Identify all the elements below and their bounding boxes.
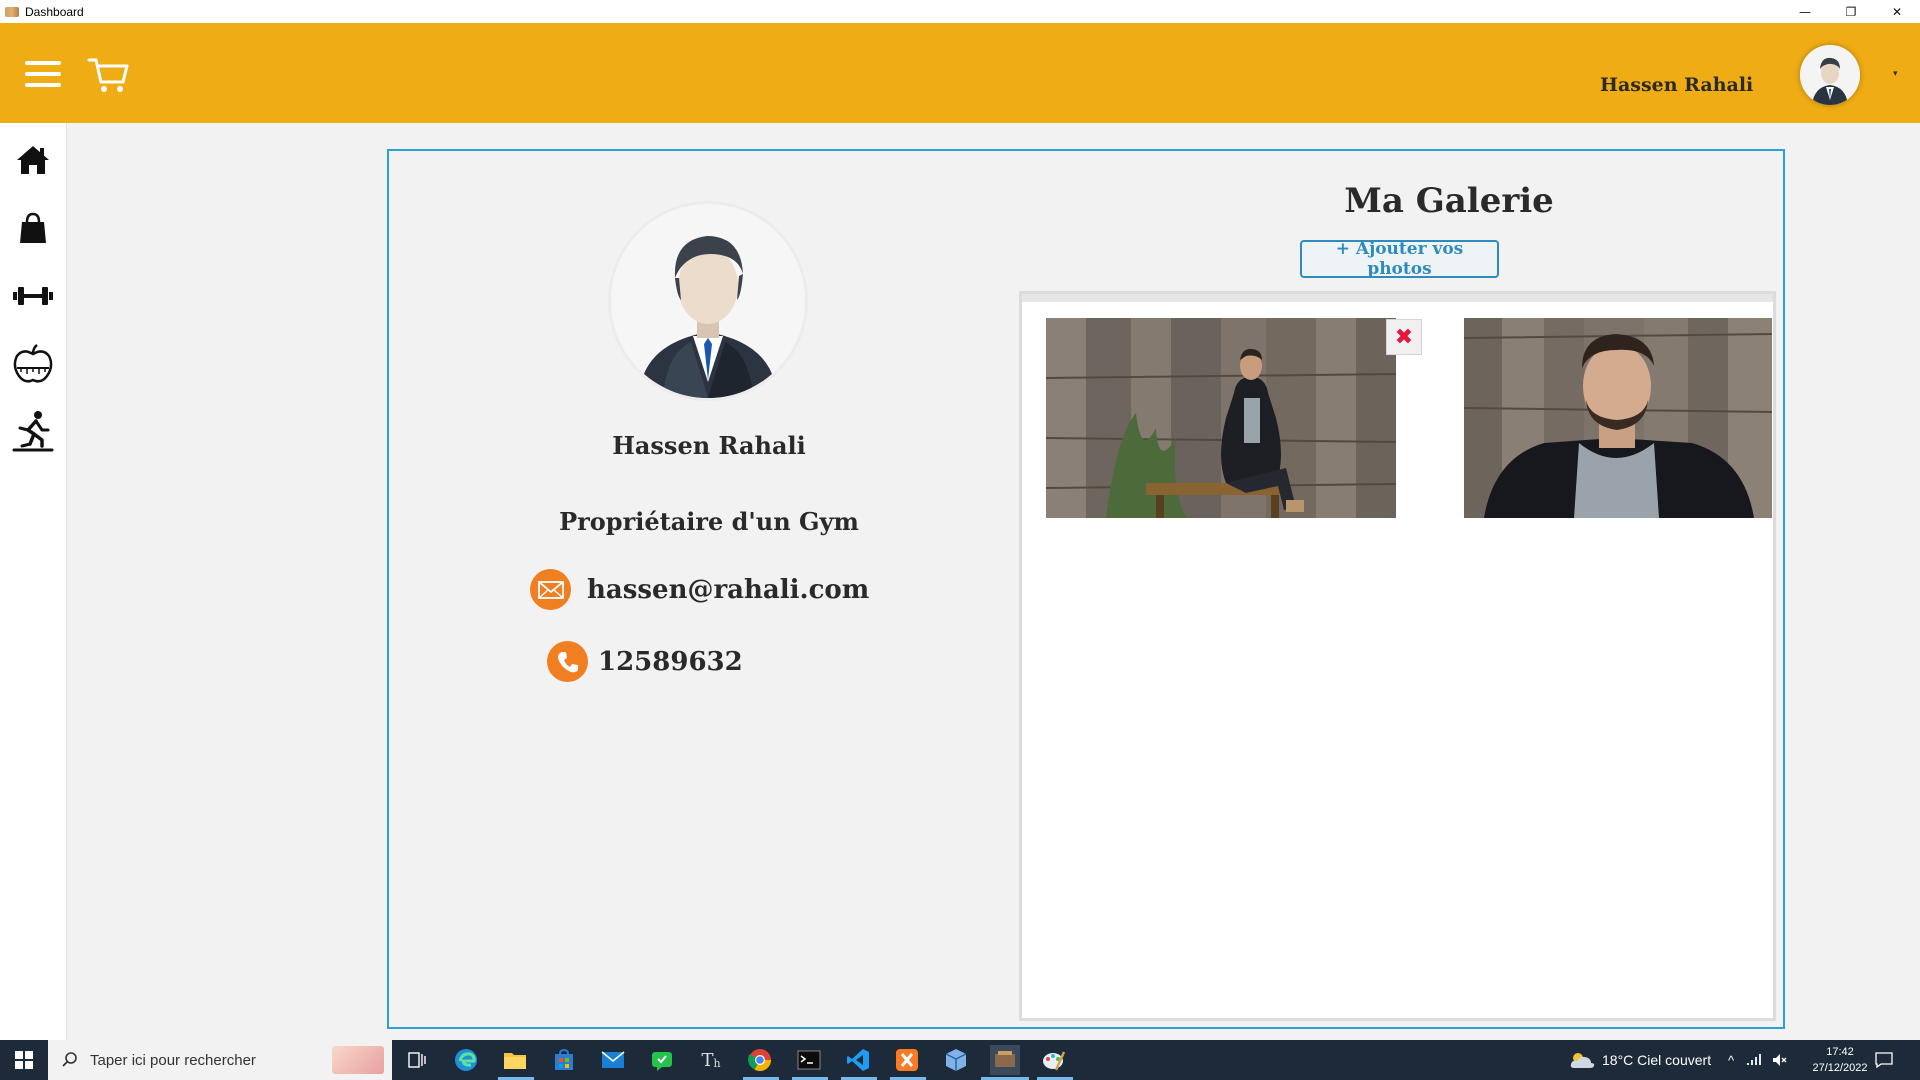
header-user-name[interactable]: Hassen Rahali <box>1600 74 1760 96</box>
profile-role: Propriétaire d'un Gym <box>559 507 859 536</box>
cloud-icon <box>1570 1053 1595 1068</box>
vscode-icon[interactable] <box>843 1045 873 1075</box>
close-button[interactable]: ✕ <box>1874 0 1920 23</box>
gallery-photo[interactable] <box>1464 318 1772 518</box>
chat-app-icon[interactable] <box>647 1045 677 1075</box>
paint-app-icon[interactable] <box>1039 1045 1069 1075</box>
weather-widget[interactable]: 18°C Ciel couvert <box>1568 1040 1711 1080</box>
header-avatar[interactable] <box>1800 45 1860 105</box>
restore-button[interactable]: ❐ <box>1828 0 1874 23</box>
profile-avatar <box>608 201 808 401</box>
search-placeholder: Taper ici pour rechercher <box>90 1051 256 1069</box>
gallery-container[interactable]: ✖ <box>1019 291 1776 1021</box>
running-icon <box>12 411 54 452</box>
app-header: Hassen Rahali ▾ <box>0 23 1920 123</box>
search-icon <box>62 1052 77 1067</box>
cart-icon[interactable] <box>86 52 132 98</box>
apple-icon <box>13 344 53 383</box>
menu-icon[interactable] <box>25 61 61 89</box>
task-view-icon[interactable] <box>402 1045 432 1075</box>
dumbbell-icon <box>13 287 53 305</box>
profile-name: Hassen Rahali <box>612 431 806 460</box>
chevron-up-icon[interactable]: ^ <box>1728 1053 1734 1068</box>
volume-mute-icon[interactable] <box>1772 1053 1788 1067</box>
mail-app-icon[interactable] <box>598 1045 628 1075</box>
phone-icon <box>547 641 588 682</box>
gallery-title: Ma Galerie <box>1344 181 1554 221</box>
font-app-icon[interactable]: Th <box>696 1045 726 1075</box>
xampp-icon[interactable] <box>892 1045 922 1075</box>
windows-start-icon[interactable] <box>0 1040 48 1080</box>
file-explorer-icon[interactable] <box>500 1045 530 1075</box>
clock-time: 17:42 <box>1826 1046 1854 1058</box>
gallery-scroll-strip <box>1022 294 1773 302</box>
weather-text: 18°C Ciel couvert <box>1602 1052 1712 1068</box>
window-titlebar: Dashboard — ❐ ✕ <box>0 0 1920 23</box>
tray-icons[interactable]: ^ <box>1728 1040 1788 1080</box>
taskbar: Taper ici pour rechercher Th 18°C Ciel c… <box>0 1040 1920 1080</box>
dashboard-app-icon[interactable] <box>990 1045 1020 1075</box>
cube-app-icon[interactable] <box>941 1045 971 1075</box>
mail-icon <box>530 569 571 610</box>
sidebar <box>0 123 67 1040</box>
notifications-icon[interactable] <box>1875 1040 1893 1080</box>
home-icon <box>17 146 49 174</box>
phone-row: 12589632 <box>547 641 743 682</box>
add-photos-button[interactable]: + Ajouter vos photos <box>1300 239 1499 279</box>
profile-phone: 12589632 <box>598 646 743 677</box>
sidebar-item-home[interactable] <box>10 137 56 183</box>
minimize-button[interactable]: — <box>1782 0 1828 23</box>
gallery-photo[interactable] <box>1046 318 1396 518</box>
email-row: hassen@rahali.com <box>530 569 869 610</box>
network-icon[interactable] <box>1746 1053 1762 1067</box>
clock-date: 27/12/2022 <box>1812 1062 1868 1074</box>
chrome-icon[interactable] <box>745 1045 775 1075</box>
profile-email: hassen@rahali.com <box>587 574 870 605</box>
sidebar-item-workouts[interactable] <box>10 273 56 319</box>
user-dropdown-icon[interactable]: ▾ <box>1893 69 1898 79</box>
delete-photo-button[interactable]: ✖ <box>1386 319 1422 355</box>
store-icon[interactable] <box>549 1045 579 1075</box>
window-title: Dashboard <box>25 4 84 19</box>
app-icon <box>5 6 19 17</box>
terminal-icon[interactable] <box>794 1045 824 1075</box>
close-icon: ✖ <box>1394 324 1414 350</box>
sidebar-item-nutrition[interactable] <box>10 341 56 387</box>
sidebar-item-shop[interactable] <box>10 205 56 251</box>
shopping-bag-icon <box>20 212 46 243</box>
profile-panel: Hassen Rahali Propriétaire d'un Gym hass… <box>387 149 1785 1029</box>
sidebar-item-activity[interactable] <box>10 409 56 455</box>
edge-icon[interactable] <box>451 1045 481 1075</box>
search-highlight-icon <box>332 1046 384 1074</box>
taskbar-search[interactable]: Taper ici pour rechercher <box>48 1040 392 1080</box>
taskbar-clock[interactable]: 17:42 27/12/2022 <box>1810 1044 1870 1076</box>
